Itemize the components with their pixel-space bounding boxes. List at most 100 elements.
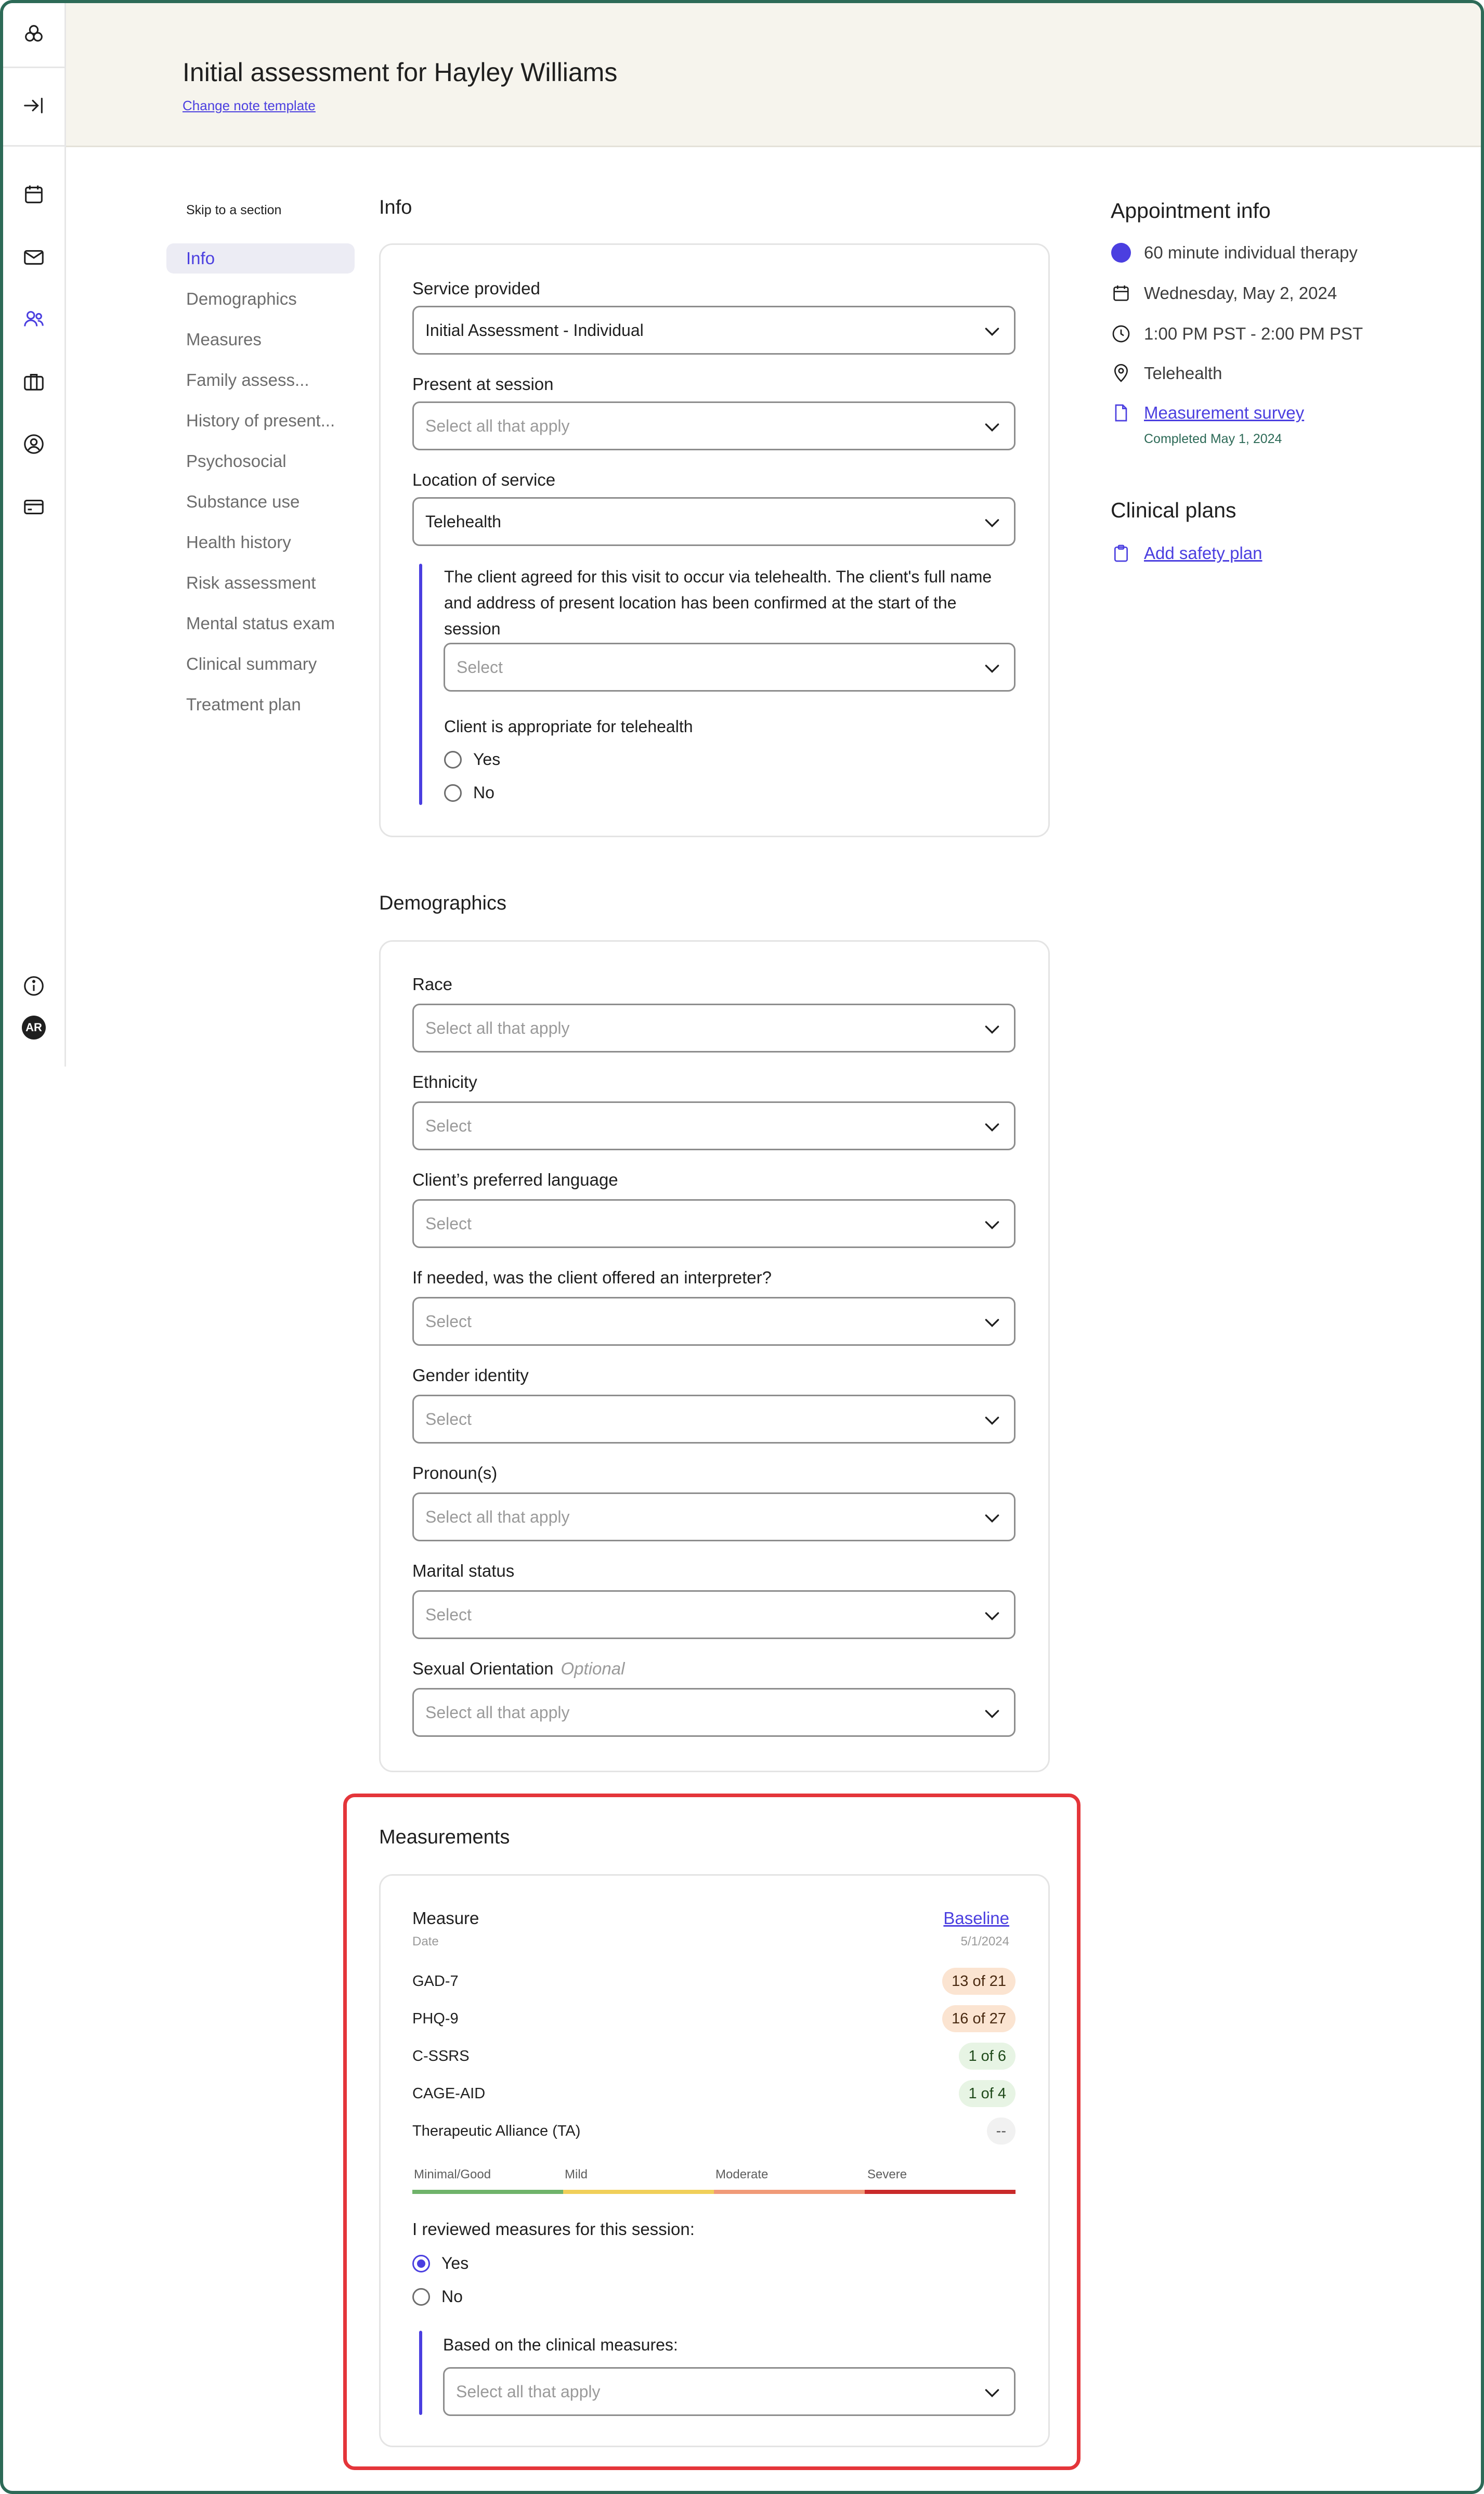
preferred-language-select[interactable]: Select xyxy=(412,1199,1016,1248)
page-header: Initial assessment for Hayley Williams C… xyxy=(66,3,1481,147)
nav-item-treatment-plan[interactable]: Treatment plan xyxy=(166,690,355,720)
scale-label-minimal: Minimal/Good xyxy=(414,2167,491,2181)
scale-label-moderate: Moderate xyxy=(715,2167,769,2181)
demographics-section-title: Demographics xyxy=(379,892,506,914)
measurement-survey-row: Measurement survey xyxy=(1111,402,1304,423)
sexual-orientation-text: Sexual Orientation xyxy=(412,1659,554,1678)
conditional-indent-bar xyxy=(419,2331,422,2415)
measure-row-cssrs: C-SSRS 1 of 6 xyxy=(412,2043,1016,2071)
nav-item-info[interactable]: Info xyxy=(166,243,355,274)
marital-status-select[interactable]: Select xyxy=(412,1590,1016,1639)
interpreter-select[interactable]: Select xyxy=(412,1297,1016,1346)
appointment-location: Telehealth xyxy=(1144,363,1222,383)
measure-name: PHQ-9 xyxy=(412,2010,459,2027)
location-of-service-value: Telehealth xyxy=(425,512,501,531)
appointment-location-row: Telehealth xyxy=(1111,363,1222,384)
appointment-time: 1:00 PM PST - 2:00 PM PST xyxy=(1144,324,1363,343)
telehealth-appropriate-label: Client is appropriate for telehealth xyxy=(444,717,693,736)
preferred-language-placeholder: Select xyxy=(425,1214,472,1233)
add-safety-plan-link[interactable]: Add safety plan xyxy=(1144,543,1262,563)
scale-segment-moderate xyxy=(714,2190,865,2194)
nav-item-health-history[interactable]: Health history xyxy=(166,527,355,557)
nav-item-history[interactable]: History of present... xyxy=(166,406,355,436)
telehealth-no-radio[interactable]: No xyxy=(444,783,494,802)
scale-segment-severe xyxy=(865,2190,1016,2194)
service-provided-value: Initial Assessment - Individual xyxy=(425,321,644,340)
scale-label-mild: Mild xyxy=(565,2167,588,2181)
appointment-color-dot-icon xyxy=(1111,242,1131,263)
telehealth-consent-select[interactable]: Select xyxy=(444,643,1016,692)
location-of-service-label: Location of service xyxy=(412,470,556,489)
present-at-session-select[interactable]: Select all that apply xyxy=(412,401,1016,450)
preferred-language-label: Client’s preferred language xyxy=(412,1170,618,1189)
logo-icon[interactable] xyxy=(22,22,46,48)
service-provided-select[interactable]: Initial Assessment - Individual xyxy=(412,306,1016,355)
chevron-down-icon xyxy=(985,423,999,432)
measure-row-therapeutic-alliance: Therapeutic Alliance (TA) -- xyxy=(412,2118,1016,2146)
radio-circle xyxy=(444,750,462,769)
location-of-service-select[interactable]: Telehealth xyxy=(412,497,1016,546)
ethnicity-select[interactable]: Select xyxy=(412,1101,1016,1150)
present-at-session-placeholder: Select all that apply xyxy=(425,417,570,435)
mail-icon[interactable] xyxy=(3,226,64,288)
conditional-indent-bar xyxy=(419,564,422,805)
pronouns-label: Pronoun(s) xyxy=(412,1463,498,1483)
baseline-link[interactable]: Baseline xyxy=(943,1908,1009,1928)
gender-identity-select[interactable]: Select xyxy=(412,1395,1016,1444)
nav-item-family-assessment[interactable]: Family assess... xyxy=(166,365,355,395)
nav-item-mental-status-exam[interactable]: Mental status exam xyxy=(166,608,355,639)
calendar-icon xyxy=(1111,283,1131,304)
nav-item-demographics[interactable]: Demographics xyxy=(166,284,355,314)
baseline-date: 5/1/2024 xyxy=(960,1934,1009,1949)
clients-icon[interactable] xyxy=(3,288,64,350)
collapse-area xyxy=(3,68,64,147)
nav-item-clinical-summary[interactable]: Clinical summary xyxy=(166,649,355,679)
chevron-down-icon xyxy=(985,1612,999,1621)
appointment-time-row: 1:00 PM PST - 2:00 PM PST xyxy=(1111,323,1363,344)
nav-item-psychosocial[interactable]: Psychosocial xyxy=(166,446,355,476)
logo-area xyxy=(3,3,64,68)
nav-item-measures[interactable]: Measures xyxy=(166,324,355,355)
clinical-measures-select[interactable]: Select all that apply xyxy=(443,2367,1016,2416)
score-pill: 16 of 27 xyxy=(942,2005,1016,2032)
score-pill: 1 of 4 xyxy=(959,2080,1016,2107)
marital-status-placeholder: Select xyxy=(425,1605,472,1624)
chevron-down-icon xyxy=(985,328,999,336)
pronouns-select[interactable]: Select all that apply xyxy=(412,1492,1016,1541)
appointment-info-title: Appointment info xyxy=(1111,199,1271,223)
chevron-down-icon xyxy=(985,519,999,528)
billing-card-icon[interactable] xyxy=(3,475,64,538)
nav-item-risk-assessment[interactable]: Risk assessment xyxy=(166,568,355,598)
info-icon[interactable] xyxy=(3,965,64,1007)
profile-icon[interactable] xyxy=(3,413,64,475)
reviewed-no-radio[interactable]: No xyxy=(412,2287,463,2306)
radio-label: Yes xyxy=(441,2254,469,2272)
nav-item-substance-use[interactable]: Substance use xyxy=(166,487,355,517)
user-avatar[interactable]: AR xyxy=(3,1007,64,1048)
collapse-sidebar-icon[interactable] xyxy=(22,94,46,120)
demographics-card xyxy=(379,940,1050,1772)
radio-label: No xyxy=(473,783,494,802)
marital-status-label: Marital status xyxy=(412,1561,515,1580)
ethnicity-placeholder: Select xyxy=(425,1116,472,1135)
telehealth-yes-radio[interactable]: Yes xyxy=(444,750,500,769)
document-icon xyxy=(1111,402,1131,423)
race-select[interactable]: Select all that apply xyxy=(412,1004,1016,1053)
measurement-survey-link[interactable]: Measurement survey xyxy=(1144,403,1304,423)
measure-row-gad7: GAD-7 13 of 21 xyxy=(412,1968,1016,1996)
reviewed-yes-radio[interactable]: Yes xyxy=(412,2254,468,2273)
measure-row-cage-aid: CAGE-AID 1 of 4 xyxy=(412,2080,1016,2108)
calendar-icon[interactable] xyxy=(3,163,64,226)
measure-name: GAD-7 xyxy=(412,1973,459,1990)
change-note-template-link[interactable]: Change note template xyxy=(183,98,316,114)
briefcase-icon[interactable] xyxy=(3,350,64,413)
chevron-down-icon xyxy=(985,1123,999,1132)
page-title: Initial assessment for Hayley Williams xyxy=(183,58,618,87)
avatar-initials: AR xyxy=(22,1016,46,1040)
pronouns-placeholder: Select all that apply xyxy=(425,1508,570,1526)
sexual-orientation-select[interactable]: Select all that apply xyxy=(412,1688,1016,1737)
info-section-title: Info xyxy=(379,197,412,218)
scale-segment-minimal xyxy=(412,2190,563,2194)
interpreter-placeholder: Select xyxy=(425,1312,472,1331)
reviewed-measures-label: I reviewed measures for this session: xyxy=(412,2219,695,2239)
